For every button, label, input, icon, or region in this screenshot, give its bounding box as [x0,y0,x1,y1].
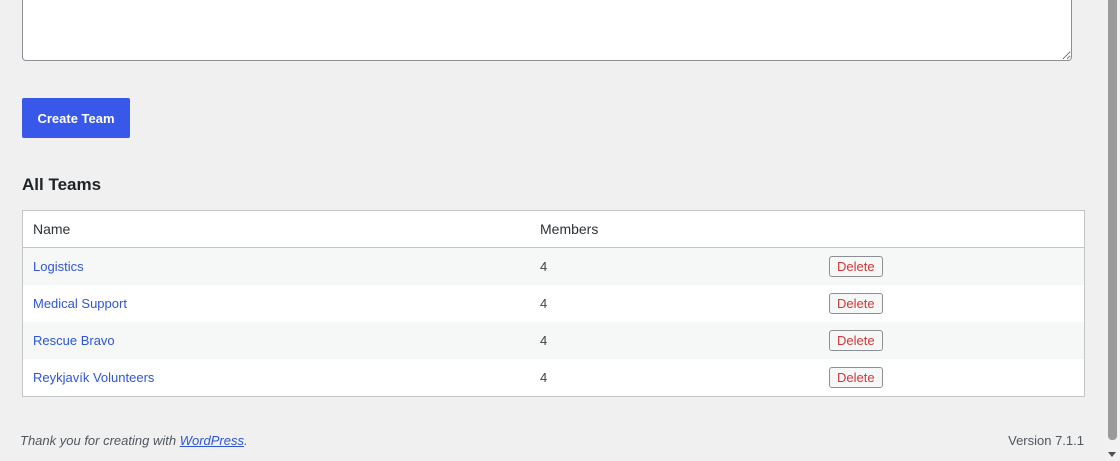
team-link-reykjavik-volunteers[interactable]: Reykjavík Volunteers [33,370,154,385]
create-team-button[interactable]: Create Team [22,98,130,138]
delete-button[interactable]: Delete [829,293,883,314]
table-header-row: Name Members [23,211,1084,248]
footer-thanks-prefix: Thank you for creating with [20,433,180,448]
footer-thanks-text: Thank you for creating with WordPress. [20,433,248,448]
table-row: Medical Support 4 Delete [23,285,1084,322]
teams-table: Name Members Logistics 4 Delete Medical … [22,210,1085,397]
column-header-members: Members [540,221,599,237]
chevron-down-icon[interactable] [1108,452,1116,457]
footer-thanks-suffix: . [244,433,248,448]
team-link-medical-support[interactable]: Medical Support [33,296,127,311]
all-teams-heading: All Teams [22,175,102,194]
version-label: Version 7.1.1 [1008,433,1084,448]
column-header-name: Name [33,221,71,237]
vertical-scrollbar[interactable] [1105,0,1120,461]
scrollbar-thumb[interactable] [1108,0,1117,440]
member-count: 4 [540,259,548,274]
member-count: 4 [540,370,548,385]
team-link-logistics[interactable]: Logistics [33,259,84,274]
wordpress-link[interactable]: WordPress [180,433,244,448]
table-row: Rescue Bravo 4 Delete [23,322,1084,359]
delete-button[interactable]: Delete [829,256,883,277]
member-count: 4 [540,333,548,348]
table-row: Reykjavík Volunteers 4 Delete [23,359,1084,396]
table-row: Logistics 4 Delete [23,248,1084,285]
delete-button[interactable]: Delete [829,367,883,388]
delete-button[interactable]: Delete [829,330,883,351]
team-link-rescue-bravo[interactable]: Rescue Bravo [33,333,115,348]
member-count: 4 [540,296,548,311]
team-description-textarea[interactable] [22,0,1072,61]
